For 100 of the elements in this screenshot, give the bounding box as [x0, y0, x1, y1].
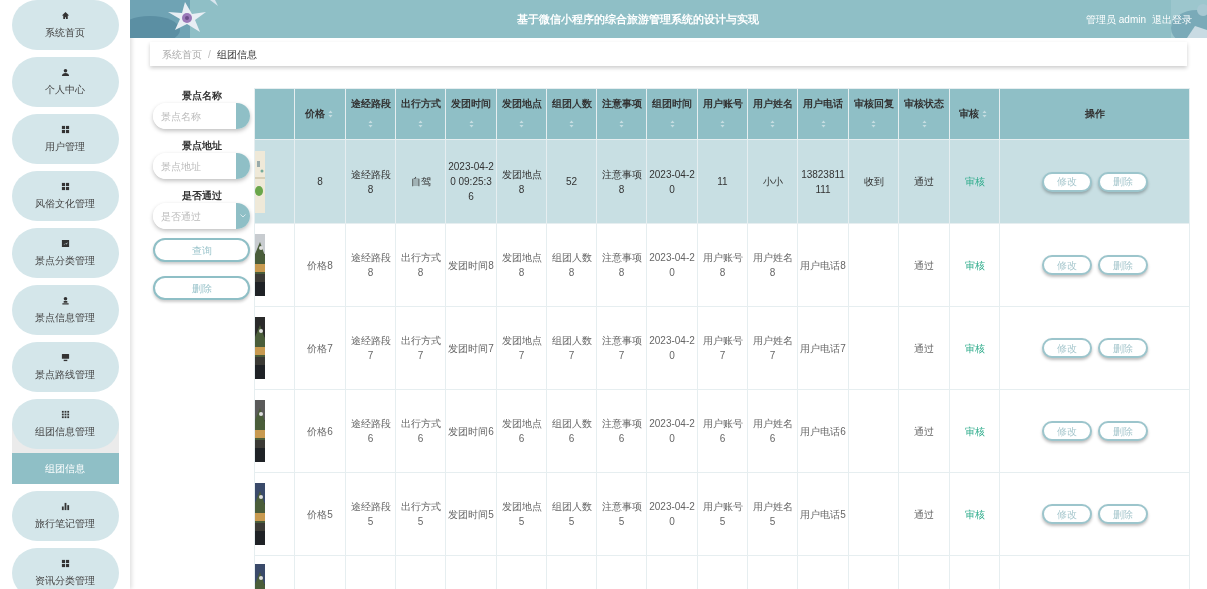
table-cell: 注意事项6 [596, 389, 647, 473]
sidebar-item[interactable]: 景点信息管理 [11, 285, 119, 335]
home-icon [60, 10, 70, 20]
grid-icon [60, 124, 70, 134]
input-addon [236, 103, 250, 129]
table-cell: 出行方式7 [395, 306, 446, 390]
table-cell: 用户电话5 [797, 472, 849, 556]
table-cell: 途经路段7 [345, 306, 396, 390]
grid-icon [60, 558, 70, 568]
column-header[interactable]: 用户姓名 [747, 88, 798, 140]
grid-icon [60, 409, 70, 419]
table-cell: 发团地点5 [496, 472, 547, 556]
sidebar-item[interactable]: 景点路线管理 [11, 342, 119, 392]
table-cell: 2023-04-20 [646, 223, 698, 307]
sort-icon[interactable] [327, 110, 333, 119]
table-cell: 出行方式8 [395, 223, 446, 307]
sort-icon[interactable] [519, 120, 524, 129]
table-cell: 用户账号6 [697, 389, 748, 473]
sort-icon[interactable] [720, 120, 725, 129]
chevron-down-icon [240, 214, 246, 218]
table-cell: 收到 [848, 139, 899, 224]
table-cell: 11 [697, 139, 748, 224]
user-icon [60, 67, 70, 77]
sidebar-item[interactable]: 旅行笔记管理 [11, 491, 119, 541]
table-cell: 用户电话8 [797, 223, 849, 307]
column-header[interactable]: 途经路段 [345, 88, 396, 140]
sort-icon[interactable] [468, 120, 474, 129]
table-cell: 通过 [898, 389, 950, 473]
filter-label: 景点名称 [181, 89, 222, 103]
table-cell: 通过 [898, 223, 950, 307]
sort-icon[interactable] [770, 120, 775, 129]
sidebar-item[interactable]: 风俗文化管理 [11, 171, 119, 221]
column-header: 操作 [999, 88, 1190, 140]
column-header[interactable]: 用户电话 [797, 88, 849, 140]
sort-icon[interactable] [669, 120, 675, 129]
sort-icon[interactable] [569, 120, 574, 129]
input-field[interactable]: 景点名称 [153, 103, 236, 129]
table-cell: 2023-04-20 [646, 389, 698, 473]
sort-icon[interactable] [418, 120, 423, 129]
table-cell: 发团时间5 [445, 472, 497, 556]
column-header[interactable]: 组团人数 [546, 88, 597, 140]
column-header[interactable]: 价格 [294, 88, 346, 140]
sidebar-item[interactable]: 组团信息管理 [11, 399, 119, 449]
table-cell: 组团人数5 [546, 472, 597, 556]
table-cell: 13823811111 [797, 139, 849, 224]
table-cell: 途经路段6 [345, 389, 396, 473]
column-header[interactable]: 组团时间 [646, 88, 698, 140]
column-header[interactable]: 发团时间 [445, 88, 497, 140]
sort-icon[interactable] [368, 120, 373, 129]
column-header[interactable]: 审核 [949, 88, 1000, 140]
sidebar-item[interactable]: 个人中心 [11, 57, 119, 107]
table-cell: 用户账号7 [697, 306, 748, 390]
breadcrumb-separator: / [208, 47, 211, 62]
breadcrumb-current: 组团信息 [216, 47, 257, 62]
table-cell: 组团人数8 [546, 223, 597, 307]
table-cell: 2023-04-20 [646, 306, 698, 390]
table-cell: 出行方式6 [395, 389, 446, 473]
table-cell: 发团时间7 [445, 306, 497, 390]
table-cell: 用户姓名8 [747, 223, 798, 307]
table-cell: 用户电话6 [797, 389, 849, 473]
table-cell: 发团地点8 [496, 223, 547, 307]
table-cell: 用户账号5 [697, 472, 748, 556]
sort-icon[interactable] [871, 120, 876, 129]
column-header[interactable]: 审核状态 [898, 88, 950, 140]
table-cell: 价格8 [294, 223, 346, 307]
table-cell: 2023-04-20 09:25:36 [445, 139, 497, 224]
table-cell: 价格5 [294, 472, 346, 556]
column-header[interactable]: 发团地点 [496, 88, 547, 140]
sort-icon[interactable] [982, 110, 987, 119]
table-cell: 用户姓名7 [747, 306, 798, 390]
table-cell: 用户账号8 [697, 223, 748, 307]
admin-label: 管理员 admin [1086, 12, 1146, 27]
table-cell: 2023-04-20 [646, 472, 698, 556]
table-cell: 通过 [898, 472, 950, 556]
filter-label: 是否通过 [181, 189, 222, 203]
table-cell: 用户姓名5 [747, 472, 798, 556]
sidebar-item[interactable]: 景点分类管理 [11, 228, 119, 278]
table-cell: 8 [294, 139, 346, 224]
filter-label: 景点地址 [181, 139, 222, 153]
table-cell: 通过 [898, 306, 950, 390]
sort-icon[interactable] [921, 120, 927, 129]
table-cell: 发团地点7 [496, 306, 547, 390]
table-cell: 出行方式5 [395, 472, 446, 556]
sidebar-item[interactable]: 系统首页 [11, 0, 119, 50]
sort-icon[interactable] [820, 120, 826, 129]
column-header[interactable]: 注意事项 [596, 88, 647, 140]
table-cell: 2023-04-20 [646, 139, 698, 224]
sort-icon[interactable] [619, 120, 624, 129]
table-cell: 发团时间6 [445, 389, 497, 473]
table-cell: 用户电话7 [797, 306, 849, 390]
table-cell: 通过 [898, 139, 950, 224]
column-header[interactable]: 审核回复 [848, 88, 899, 140]
monitor-icon [60, 352, 70, 362]
table-cell: 小小 [747, 139, 798, 224]
table-cell: 发团地点8 [496, 139, 547, 224]
sidebar-item[interactable]: 用户管理 [11, 114, 119, 164]
sidebar-item[interactable]: 资讯分类管理 [11, 548, 119, 589]
table-cell: 价格7 [294, 306, 346, 390]
column-header[interactable]: 出行方式 [395, 88, 446, 140]
column-header[interactable]: 用户账号 [697, 88, 748, 140]
